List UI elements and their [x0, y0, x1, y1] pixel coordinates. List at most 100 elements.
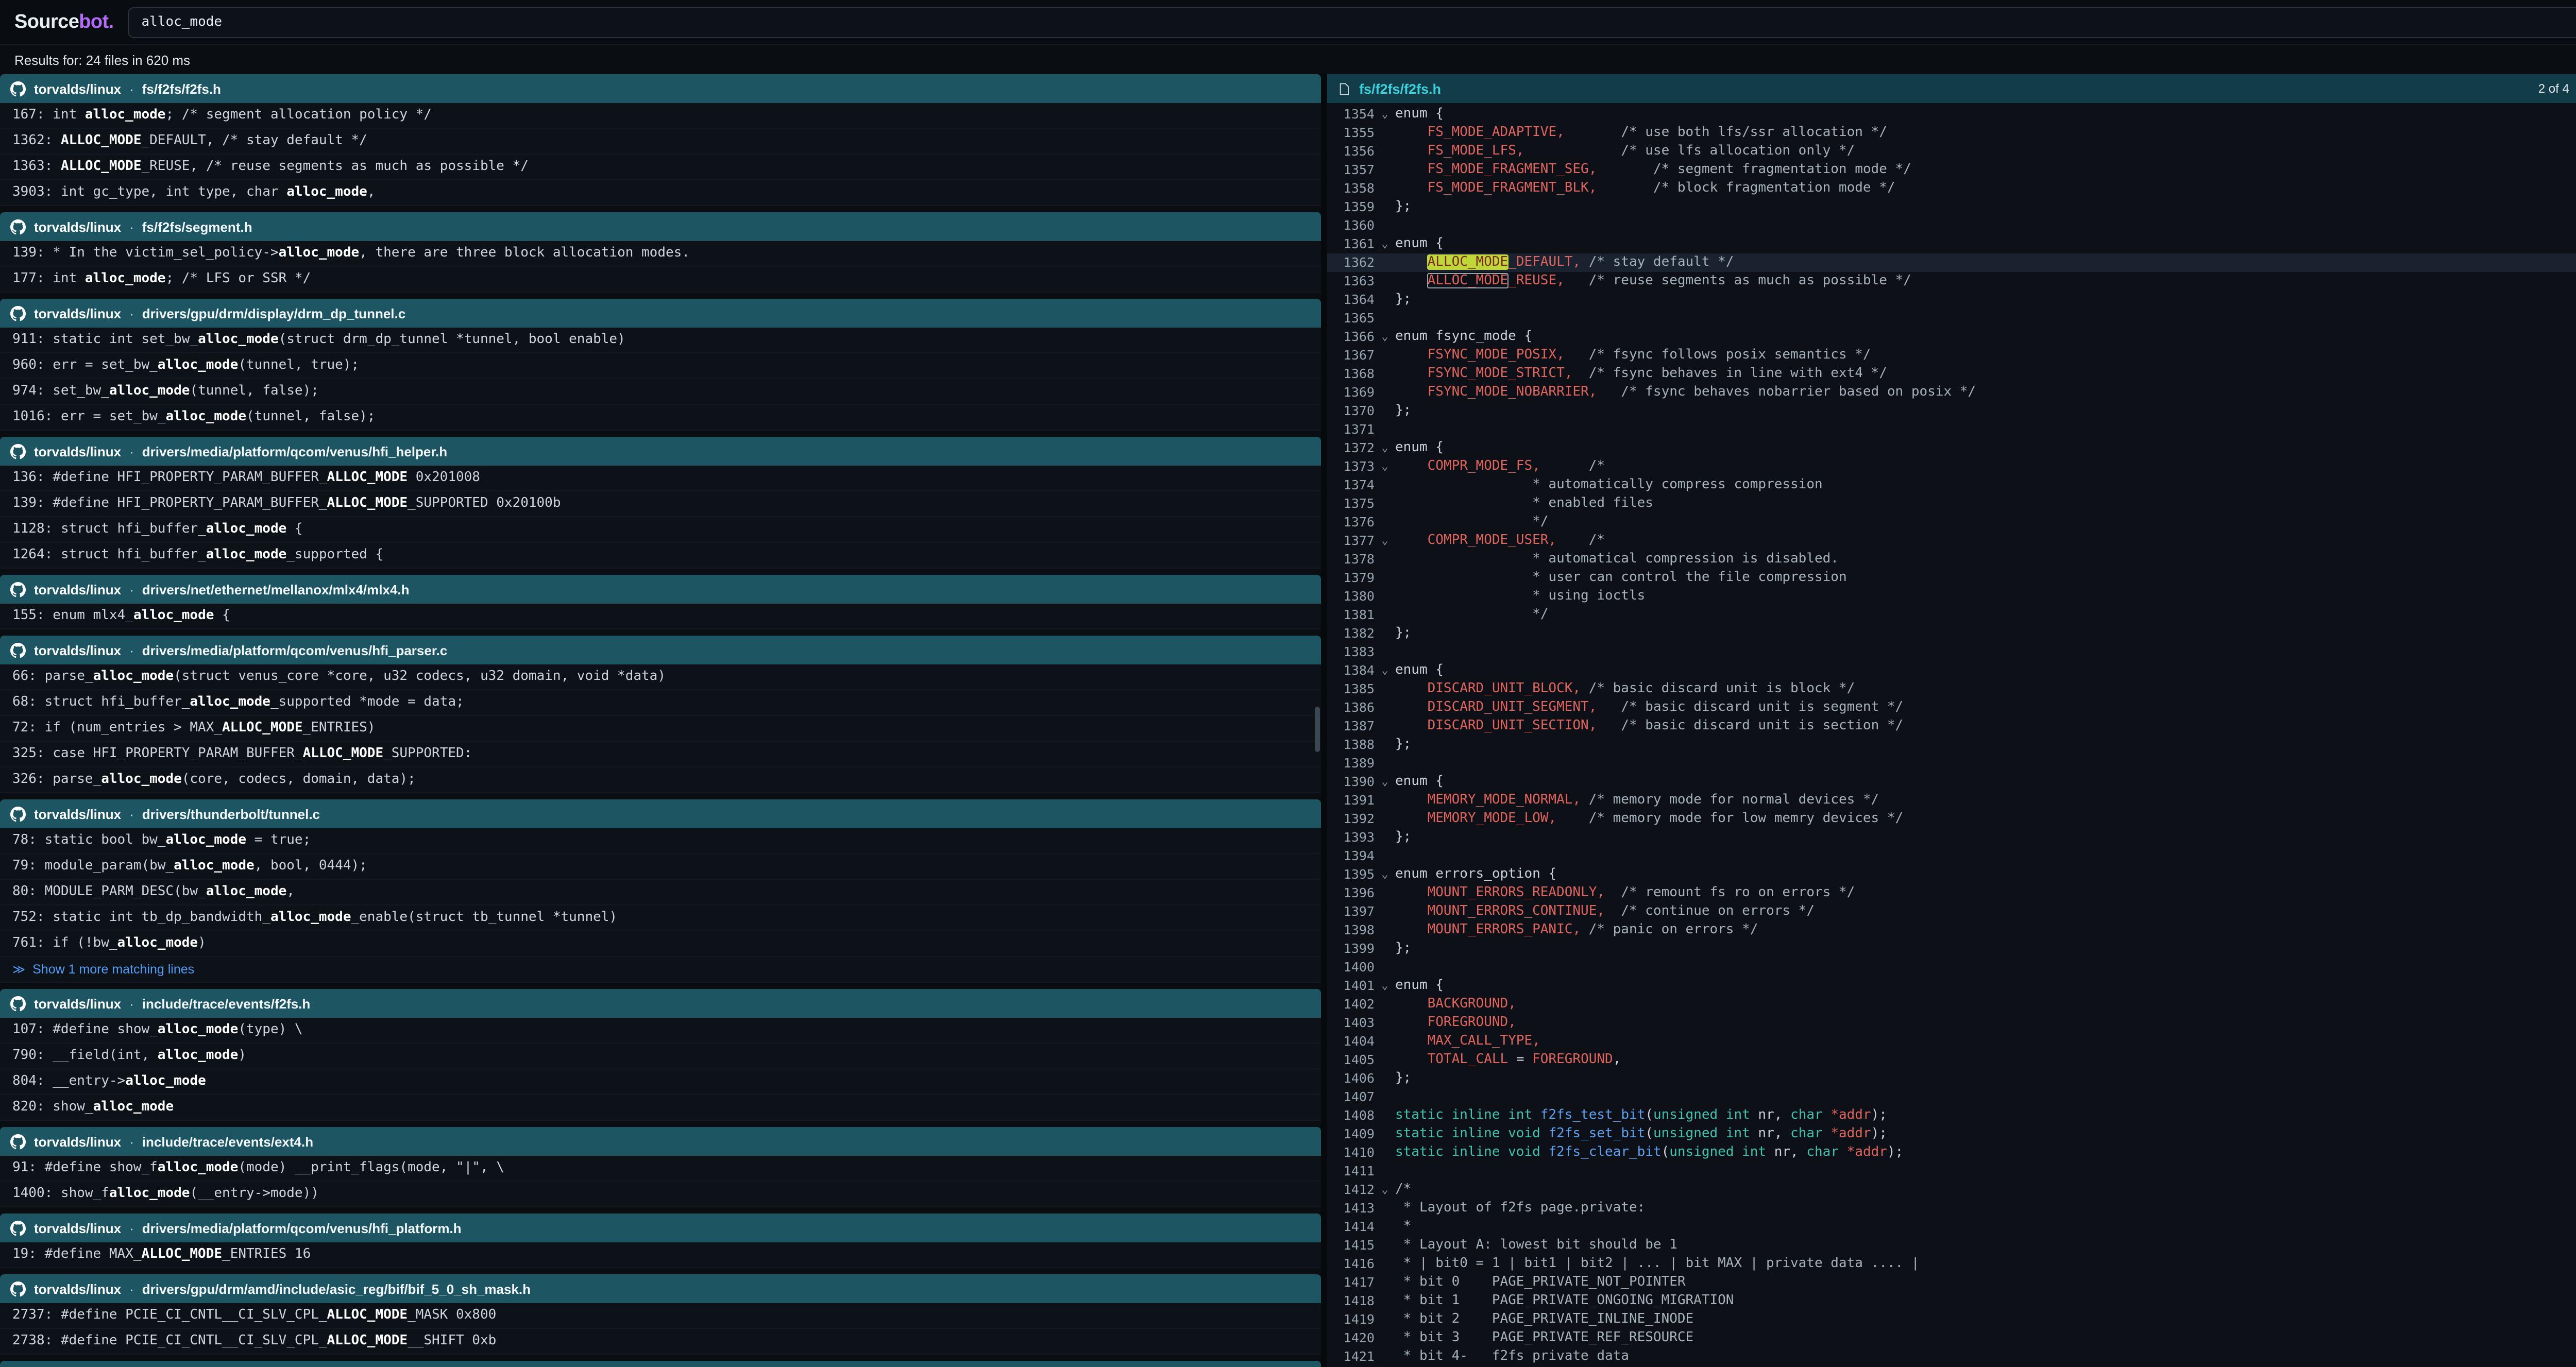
line-number: 1399 [1327, 939, 1375, 958]
match-line[interactable]: 911: static int set_bw_alloc_mode(struct… [0, 328, 1321, 353]
fold-spacer [1375, 902, 1395, 921]
fold-chevron-icon[interactable]: ⌄ [1375, 457, 1395, 476]
match-line[interactable]: 820: show_alloc_mode [0, 1095, 1321, 1121]
file-result-header[interactable]: torvalds/linux · include/trace/events/f2… [0, 989, 1321, 1018]
file-result-group: torvalds/linux · drivers/media/platform/… [0, 1214, 1321, 1268]
show-more-link[interactable]: ≫Show 1 more matching lines [0, 957, 1321, 983]
match-line[interactable]: 72: if (num_entries > MAX_ALLOC_MODE_ENT… [0, 716, 1321, 742]
match-line[interactable]: 1400: show_falloc_mode(__entry->mode)) [0, 1182, 1321, 1207]
line-number: 1358 [1327, 179, 1375, 198]
code-line: 1367 FSYNC_MODE_POSIX, /* fsync follows … [1327, 346, 2576, 365]
results-scrollbar-thumb[interactable] [1315, 707, 1320, 752]
line-number: 1396 [1327, 884, 1375, 902]
code-line: 1368 FSYNC_MODE_STRICT, /* fsync behaves… [1327, 365, 2576, 383]
file-result-header[interactable]: torvalds/linux · drivers/media/platform/… [0, 636, 1321, 664]
match-line[interactable]: 79: module_param(bw_alloc_mode, bool, 04… [0, 854, 1321, 880]
file-result-header[interactable]: torvalds/linux · drivers/gpu/drm/amd/inc… [0, 1274, 1321, 1303]
file-icon [1337, 81, 1351, 96]
match-line[interactable]: 68: struct hfi_buffer_alloc_mode_support… [0, 690, 1321, 716]
file-result-group: torvalds/linux · drivers/media/platform/… [0, 636, 1321, 793]
match-line[interactable]: 960: err = set_bw_alloc_mode(tunnel, tru… [0, 353, 1321, 379]
match-line[interactable]: 804: __entry->alloc_mode [0, 1069, 1321, 1095]
fold-chevron-icon[interactable]: ⌄ [1375, 328, 1395, 346]
code-line: 1366⌄enum fsync_mode { [1327, 328, 2576, 346]
code-line: 1404 MAX_CALL_TYPE, [1327, 1032, 2576, 1051]
file-result-header[interactable]: torvalds/linux · drivers/media/platform/… [0, 437, 1321, 466]
match-highlight: ALLOC_MODE [327, 495, 408, 511]
file-result-header[interactable]: torvalds/linux · include/trace/events/ex… [0, 1127, 1321, 1156]
match-line[interactable]: 326: parse_alloc_mode(core, codecs, doma… [0, 767, 1321, 793]
match-line[interactable]: 167: int alloc_mode; /* segment allocati… [0, 103, 1321, 129]
code-line: 1371 [1327, 420, 2576, 439]
results-summary: Results for: 24 files in 620 ms [0, 45, 2576, 74]
match-highlight: alloc_mode [93, 669, 174, 684]
fold-chevron-icon[interactable]: ⌄ [1375, 865, 1395, 884]
match-line[interactable]: 2738: #define PCIE_CI_CNTL__CI_SLV_CPL_A… [0, 1329, 1321, 1355]
match-line[interactable]: 1016: err = set_bw_alloc_mode(tunnel, fa… [0, 405, 1321, 431]
match-line[interactable]: 139: #define HFI_PROPERTY_PARAM_BUFFER_A… [0, 491, 1321, 517]
match-line[interactable]: 80: MODULE_PARM_DESC(bw_alloc_mode, [0, 880, 1321, 905]
match-line[interactable]: 1128: struct hfi_buffer_alloc_mode { [0, 517, 1321, 543]
match-line-number: 139: [12, 245, 53, 261]
fold-chevron-icon[interactable]: ⌄ [1375, 532, 1395, 550]
fold-chevron-icon[interactable]: ⌄ [1375, 661, 1395, 680]
code-text: * enabled files [1395, 494, 1653, 513]
fold-spacer [1375, 1162, 1395, 1181]
match-line[interactable]: 91: #define show_falloc_mode(mode) __pri… [0, 1156, 1321, 1182]
logo-bot: bot. [79, 11, 113, 32]
fold-chevron-icon[interactable]: ⌄ [1375, 105, 1395, 124]
file-path: drivers/gpu/drm/display/drm_dp_tunnel.c [142, 305, 405, 321]
path-separator: · [129, 443, 134, 459]
match-line[interactable]: 139: * In the victim_sel_policy->alloc_m… [0, 241, 1321, 267]
match-highlight: ALLOC_MODE [61, 133, 142, 148]
match-line[interactable]: 2737: #define PCIE_CI_CNTL__CI_SLV_CPL_A… [0, 1303, 1321, 1329]
file-result-header[interactable]: torvalds/linux · fs/f2fs/f2fs.h [0, 74, 1321, 103]
match-highlight: ALLOC_MODE [327, 470, 408, 485]
match-line[interactable]: 66: parse_alloc_mode(struct venus_core *… [0, 664, 1321, 690]
match-line[interactable]: 155: enum mlx4_alloc_mode { [0, 604, 1321, 629]
search-input[interactable] [128, 7, 2576, 38]
match-line-number: 325: [12, 746, 53, 761]
match-line[interactable]: 325: case HFI_PROPERTY_PARAM_BUFFER_ALLO… [0, 742, 1321, 767]
match-line[interactable]: 790: __field(int, alloc_mode) [0, 1044, 1321, 1069]
file-result-header[interactable]: torvalds/linux · drivers/gpu/drm/display… [0, 299, 1321, 328]
match-line[interactable]: 974: set_bw_alloc_mode(tunnel, false); [0, 379, 1321, 405]
match-line[interactable]: 1264: struct hfi_buffer_alloc_mode_suppo… [0, 543, 1321, 569]
fold-chevron-icon[interactable]: ⌄ [1375, 977, 1395, 995]
file-result-header[interactable]: torvalds/linux · drivers/thunderbolt/tun… [0, 799, 1321, 828]
logo-source: Source [14, 11, 79, 32]
fold-chevron-icon[interactable]: ⌄ [1375, 773, 1395, 791]
fold-chevron-icon[interactable]: ⌄ [1375, 439, 1395, 457]
app-logo[interactable]: Sourcebot. [14, 11, 114, 33]
line-number: 1415 [1327, 1236, 1375, 1255]
repo-name: torvalds/linux [34, 806, 121, 822]
match-highlight: alloc_mode [165, 832, 246, 848]
line-number: 1359 [1327, 198, 1375, 216]
code-text: }; [1395, 624, 1411, 643]
match-line[interactable]: 1363: ALLOC_MODE_REUSE, /* reuse segment… [0, 155, 1321, 180]
line-number: 1409 [1327, 1125, 1375, 1143]
file-result-header[interactable]: torvalds/linux · drivers/media/platform/… [0, 1214, 1321, 1242]
line-number: 1418 [1327, 1292, 1375, 1310]
line-number: 1384 [1327, 661, 1375, 680]
fold-spacer [1375, 402, 1395, 420]
fold-chevron-icon[interactable]: ⌄ [1375, 235, 1395, 253]
fold-chevron-icon[interactable]: ⌄ [1375, 1181, 1395, 1199]
match-line[interactable]: 19: #define MAX_ALLOC_MODE_ENTRIES 16 [0, 1242, 1321, 1268]
match-line-number: 78: [12, 832, 45, 848]
match-line[interactable]: 136: #define HFI_PROPERTY_PARAM_BUFFER_A… [0, 466, 1321, 491]
fold-spacer [1375, 939, 1395, 958]
match-line[interactable]: 752: static int tb_dp_bandwidth_alloc_mo… [0, 905, 1321, 931]
match-line[interactable]: 1362: ALLOC_MODE_DEFAULT, /* stay defaul… [0, 129, 1321, 155]
match-line[interactable]: 3903: int gc_type, int type, char alloc_… [0, 180, 1321, 206]
file-result-header[interactable]: torvalds/linux · drivers/net/ethernet/me… [0, 575, 1321, 604]
match-line[interactable]: 107: #define show_alloc_mode(type) \ [0, 1018, 1321, 1044]
fold-spacer [1375, 698, 1395, 717]
match-line[interactable]: 761: if (!bw_alloc_mode) [0, 931, 1321, 957]
match-line[interactable]: 177: int alloc_mode; /* LFS or SSR */ [0, 267, 1321, 293]
match-line[interactable]: 78: static bool bw_alloc_mode = true; [0, 828, 1321, 854]
file-result-header[interactable]: torvalds/linux · drivers/gpu/drm/amd/inc… [0, 1361, 1321, 1367]
search-match: ALLOC_MODE [1428, 273, 1509, 288]
code-text: DISCARD_UNIT_BLOCK, /* basic discard uni… [1395, 680, 1855, 698]
file-result-header[interactable]: torvalds/linux · fs/f2fs/segment.h [0, 212, 1321, 241]
